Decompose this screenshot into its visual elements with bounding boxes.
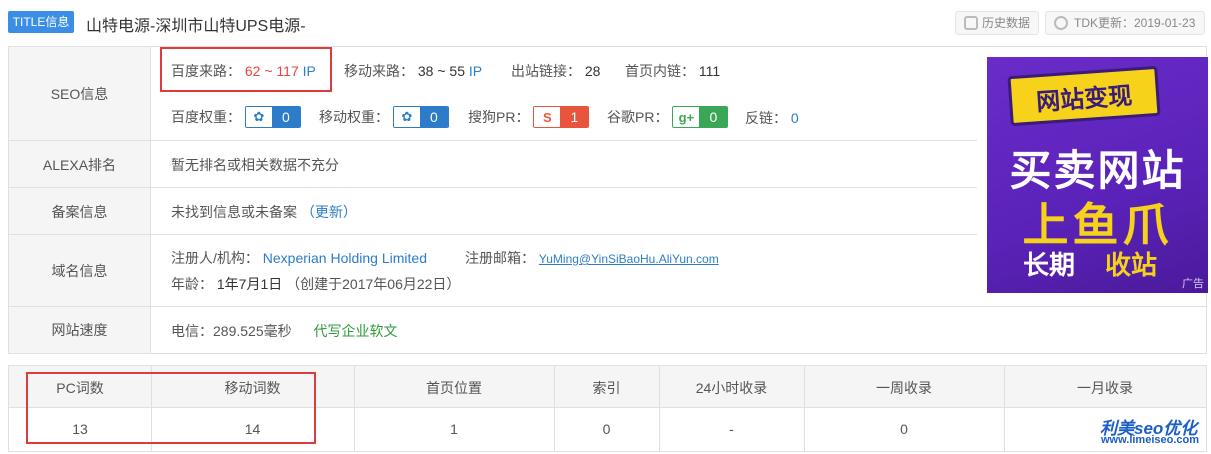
- site-title: 山特电源-深圳市山特UPS电源-: [86, 18, 306, 35]
- email-value[interactable]: YuMing@YinSiBaoHu.AliYun.com: [539, 252, 719, 266]
- domain-label: 域名信息: [9, 235, 151, 307]
- domain-age: 年龄： 1年7月1日 （创建于2017年06月22日）: [171, 274, 460, 294]
- google-pr-label: 谷歌PR：: [607, 109, 669, 125]
- registrant-value[interactable]: Nexperian Holding Limited: [263, 250, 427, 266]
- sogou-pr-value: 1: [560, 107, 589, 127]
- mobile-source: 移动来路： 38 ~ 55 IP: [344, 61, 482, 81]
- google-pr-badge[interactable]: g+ 0: [672, 106, 729, 128]
- ad-term: 长期: [1023, 250, 1076, 280]
- outlinks-value[interactable]: 28: [585, 63, 601, 79]
- baidu-weight: 百度权重： ✿ 0: [171, 106, 301, 128]
- week-value: 0: [900, 421, 908, 437]
- sogou-pr-label: 搜狗PR：: [468, 109, 530, 125]
- home-position-value: 1: [450, 421, 458, 437]
- ad-brand: 上鱼爪: [1022, 199, 1173, 251]
- sogou-pr-badge[interactable]: S1: [533, 106, 590, 128]
- row-divider: [9, 234, 977, 235]
- history-data-label: 历史数据: [982, 16, 1031, 30]
- backlinks-value[interactable]: 0: [791, 110, 799, 126]
- col-header-month: 一月收录: [1077, 380, 1133, 396]
- registrant-email: 注册邮箱： YuMing@YinSiBaoHu.AliYun.com: [465, 248, 719, 268]
- mobile-weight-label: 移动权重：: [319, 109, 389, 125]
- ad-action: 收站: [1105, 250, 1158, 280]
- baidu-source-value[interactable]: 62 ~ 117: [245, 63, 299, 79]
- baidu-paw-icon: ✿: [245, 107, 272, 127]
- speed-value: 电信：289.525毫秒: [171, 323, 292, 339]
- domain-created: （创建于2017年06月22日）: [286, 276, 461, 292]
- baidu-source: 百度来路： 62 ~ 117 IP: [171, 61, 316, 81]
- row-divider: [9, 140, 977, 141]
- history-icon: [964, 16, 978, 30]
- registrant: 注册人/机构： Nexperian Holding Limited: [171, 248, 427, 268]
- icp-label: 备案信息: [9, 188, 151, 235]
- alexa-value: 暂无排名或相关数据不充分: [171, 157, 339, 173]
- icp-info: 未找到信息或未备案 （更新）: [171, 202, 357, 222]
- backlinks: 反链： 0: [745, 108, 799, 128]
- baidu-source-unit: IP: [302, 63, 316, 79]
- sogou-icon: S: [534, 107, 561, 127]
- google-pr-value: 0: [699, 107, 728, 127]
- alexa-label: ALEXA排名: [9, 141, 151, 188]
- google-pr: 谷歌PR： g+ 0: [607, 106, 729, 128]
- keyword-rank-table: PC词数 移动词数 首页位置 索引 24小时收录 一周收录 一月收录 13 14…: [8, 365, 1207, 452]
- mobile-weight: 移动权重： ✿ 0: [319, 106, 449, 128]
- row-divider: [9, 187, 977, 188]
- ad-label: 广告: [1182, 278, 1204, 290]
- title-tag: TITLE信息: [8, 11, 74, 33]
- ad-tag: 网站变现: [1007, 65, 1161, 127]
- seo-label: SEO信息: [9, 47, 151, 141]
- baidu-weight-value: 0: [271, 107, 300, 127]
- tdk-update-button[interactable]: TDK更新：2019-01-23: [1045, 11, 1205, 35]
- baidu-source-label: 百度来路：: [171, 63, 241, 79]
- mobile-source-value[interactable]: 38 ~ 55: [418, 63, 465, 79]
- google-plus-icon: g+: [673, 107, 700, 127]
- history-data-button[interactable]: 历史数据: [955, 11, 1039, 35]
- mobile-source-unit: IP: [468, 63, 483, 79]
- col-header-home: 首页位置: [426, 380, 482, 396]
- mobile-source-label: 移动来路：: [344, 63, 414, 79]
- outlinks-label: 出站链接：: [511, 63, 581, 79]
- icp-update-link[interactable]: （更新）: [301, 204, 357, 220]
- baidu-weight-label: 百度权重：: [171, 109, 241, 125]
- icp-value: 未找到信息或未备案: [171, 204, 297, 220]
- home-links: 首页内链： 111: [625, 61, 720, 81]
- baidu-weight-badge[interactable]: ✿ 0: [244, 106, 301, 128]
- age-value: 1年7月1日: [216, 276, 283, 292]
- home-links-label: 首页内链：: [625, 63, 695, 79]
- email-label: 注册邮箱：: [465, 250, 535, 266]
- baidu-paw-icon: ✿: [393, 107, 420, 127]
- 24h-value: -: [729, 421, 734, 437]
- col-header-index: 索引: [592, 380, 621, 396]
- ad-banner[interactable]: 网站变现 买卖网站 上鱼爪 长期 收站 广告: [987, 57, 1208, 293]
- word-count-highlight: [26, 372, 316, 444]
- mobile-weight-badge[interactable]: ✿ 0: [392, 106, 449, 128]
- refresh-icon: [1054, 16, 1068, 30]
- watermark-url: www.limeiseo.com: [1101, 434, 1200, 446]
- col-header-week: 一周收录: [876, 380, 932, 396]
- speed-label: 网站速度: [9, 307, 151, 353]
- tdk-update-label: TDK更新：2019-01-23: [1074, 16, 1196, 30]
- outlinks: 出站链接： 28: [511, 61, 600, 81]
- speed-info: 电信：289.525毫秒 代写企业软文: [171, 321, 398, 341]
- home-links-value[interactable]: 111: [699, 63, 720, 79]
- col-header-24h: 24小时收录: [695, 380, 768, 396]
- softarticle-link[interactable]: 代写企业软文: [314, 323, 398, 339]
- row-divider: [9, 306, 1206, 307]
- age-label: 年龄：: [171, 276, 213, 292]
- mobile-weight-value: 0: [419, 107, 448, 127]
- backlinks-label: 反链：: [745, 110, 787, 126]
- index-value: 0: [602, 421, 611, 437]
- registrant-label: 注册人/机构：: [171, 250, 259, 266]
- sogou-pr: 搜狗PR： S1: [468, 106, 590, 128]
